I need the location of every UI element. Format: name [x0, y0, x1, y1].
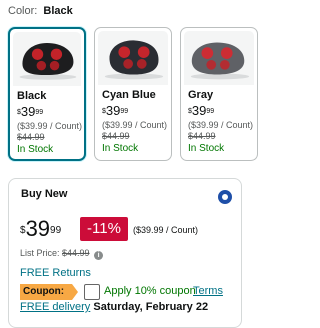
swatch-name: Black — [17, 90, 47, 102]
swatch-price: $3999 — [102, 103, 129, 118]
list-price-value: $44.99 — [62, 248, 90, 258]
color-swatch-gray[interactable]: Gray $3999 ($39.99 / Count) $44.99 In St… — [180, 27, 258, 161]
delivery-date: Saturday, February 22 — [93, 301, 209, 313]
swatch-list-price: $44.99 — [188, 131, 216, 141]
free-returns-link[interactable]: FREE Returns — [20, 267, 91, 279]
swatch-price: $3999 — [188, 103, 215, 118]
buy-new-box[interactable]: Buy New $3999 -11% ($39.99 / Count) List… — [8, 178, 242, 328]
color-label: Color: — [8, 5, 38, 17]
product-image-cyan-blue — [98, 31, 168, 85]
apply-coupon-label[interactable]: Apply 10% coupon — [104, 285, 196, 297]
free-delivery-link[interactable]: FREE delivery — [20, 301, 90, 313]
massage-pillow-image — [104, 40, 164, 80]
color-swatch-black[interactable]: Black $3999 ($39.99 / Count) $44.99 In S… — [8, 27, 86, 161]
buy-box-unit-price: ($39.99 / Count) — [133, 225, 199, 235]
buy-box-price: $3999 — [20, 216, 62, 241]
swatch-unit-price: ($39.99 / Count) — [102, 120, 168, 130]
swatch-name: Cyan Blue — [102, 89, 156, 101]
swatch-unit-price: ($39.99 / Count) — [17, 121, 83, 131]
swatch-unit-price: ($39.99 / Count) — [188, 120, 254, 130]
product-image-black — [13, 32, 81, 86]
list-price: List Price: $44.99 i — [20, 248, 104, 260]
swatch-name: Gray — [188, 89, 214, 101]
massage-pillow-image — [19, 42, 77, 80]
swatch-availability: In Stock — [17, 144, 54, 155]
swatch-list-price: $44.99 — [102, 131, 130, 141]
swatch-availability: In Stock — [188, 143, 225, 154]
buy-new-title: Buy New — [21, 188, 68, 200]
massage-pillow-image — [190, 42, 250, 80]
color-swatch-cyan-blue[interactable]: Cyan Blue $3999 ($39.99 / Count) $44.99 … — [94, 27, 172, 161]
swatch-price: $3999 — [17, 104, 44, 119]
swatch-list-price: $44.99 — [17, 132, 45, 142]
product-image-gray — [184, 31, 254, 85]
coupon-checkbox[interactable] — [84, 284, 100, 300]
buy-new-radio[interactable] — [218, 190, 232, 204]
coupon-terms-link[interactable]: Terms — [193, 285, 223, 297]
info-icon[interactable]: i — [94, 251, 104, 260]
selected-color-value: Black — [43, 5, 73, 17]
list-price-label: List Price: — [20, 248, 60, 258]
delivery-row: FREE delivery Saturday, February 22 — [20, 301, 208, 313]
coupon-badge: Coupon: — [20, 284, 78, 300]
color-selector-label: Color: Black — [8, 5, 73, 17]
discount-badge: -11% — [80, 217, 128, 241]
swatch-availability: In Stock — [102, 143, 139, 154]
